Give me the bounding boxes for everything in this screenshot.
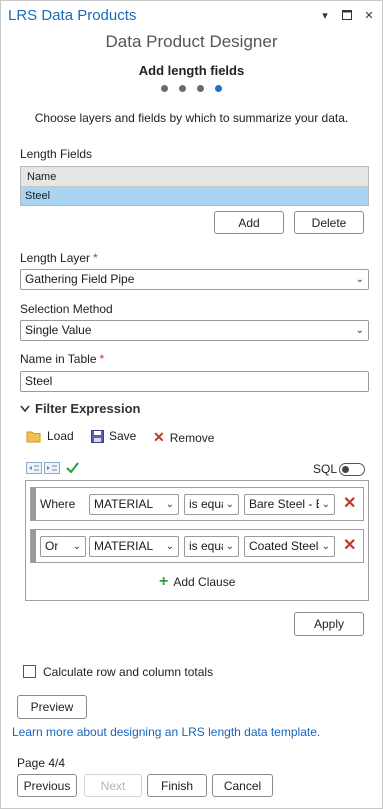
title-bar-buttons: ▾ ✕ — [319, 8, 375, 22]
clause-value-value: Coated Steel — [249, 539, 319, 553]
learn-more-link[interactable]: Learn more about designing an LRS length… — [12, 725, 320, 739]
clause-value-value: Bare Steel - Black — [249, 497, 319, 511]
calculate-totals-label: Calculate row and column totals — [43, 665, 214, 679]
page-indicator: Page 4/4 — [17, 756, 66, 770]
dropdown-menu-icon[interactable]: ▾ — [319, 8, 331, 22]
remove-clause-icon[interactable]: ✕ — [343, 538, 356, 554]
chevron-down-icon: ⌄ — [72, 541, 81, 552]
clause-field-select[interactable]: MATERIAL ⌄ — [89, 494, 179, 515]
cancel-button[interactable]: Cancel — [212, 774, 273, 797]
clause-value-select[interactable]: Coated Steel ⌄ — [244, 536, 335, 557]
chevron-down-icon: ⌄ — [225, 499, 234, 510]
sql-toggle[interactable] — [339, 463, 365, 476]
clause-gripper[interactable] — [31, 488, 36, 520]
grid-column-header[interactable]: Name — [21, 167, 368, 187]
clause-value-select[interactable]: Bare Steel - Black ⌄ — [244, 494, 335, 515]
preview-button[interactable]: Preview — [17, 695, 87, 719]
sql-label: SQL — [313, 462, 338, 476]
pane-title: LRS Data Products — [8, 7, 137, 24]
chevron-down-icon: ⌄ — [321, 499, 330, 510]
designer-title: Data Product Designer — [105, 32, 278, 51]
chevron-down-icon — [20, 405, 30, 412]
clause-row-1: Where MATERIAL ⌄ is equal to ⌄ Bare Stee… — [30, 487, 364, 521]
step-dot-1 — [161, 85, 168, 92]
selection-method-value: Single Value — [25, 323, 92, 337]
length-layer-label-text: Length Layer — [20, 251, 91, 265]
outdent-icon[interactable] — [44, 462, 60, 474]
clause-field-select[interactable]: MATERIAL ⌄ — [89, 536, 179, 557]
remove-label: Remove — [169, 430, 215, 445]
step-title: Add length fields — [138, 63, 245, 78]
validate-check-icon[interactable] — [66, 462, 79, 473]
load-label: Load — [47, 429, 74, 443]
name-in-table-label: Name in Table * — [20, 352, 104, 366]
save-button[interactable]: Save — [91, 429, 136, 443]
folder-icon — [26, 431, 41, 442]
chevron-down-icon: ⌄ — [321, 541, 330, 552]
length-layer-select[interactable]: Gathering Field Pipe ⌄ — [20, 269, 369, 290]
close-icon: ✕ — [153, 429, 165, 445]
clause-operator-value: is equal to — [189, 497, 223, 511]
chevron-down-icon: ⌄ — [355, 325, 364, 336]
clause-connector-select[interactable]: Or ⌄ — [40, 536, 86, 557]
plus-icon: + — [159, 573, 169, 590]
step-dot-3 — [197, 85, 204, 92]
clause-gripper[interactable] — [31, 530, 36, 562]
maximize-icon[interactable] — [341, 8, 353, 22]
clause-field-value: MATERIAL — [94, 497, 154, 511]
clause-field-value: MATERIAL — [94, 539, 154, 553]
chevron-down-icon: ⌄ — [165, 499, 174, 510]
chevron-down-icon: ⌄ — [165, 541, 174, 552]
add-clause-button[interactable]: + Add Clause — [159, 573, 236, 590]
save-label: Save — [109, 429, 137, 443]
apply-button[interactable]: Apply — [294, 612, 364, 636]
toggle-knob — [342, 466, 349, 473]
selection-method-select[interactable]: Single Value ⌄ — [20, 320, 369, 341]
required-asterisk: * — [99, 352, 105, 366]
step-dot-4-current — [215, 85, 222, 92]
finish-button[interactable]: Finish — [147, 774, 207, 797]
next-button[interactable]: Next — [84, 774, 142, 797]
remove-button[interactable]: ✕ Remove — [153, 429, 214, 446]
clause-connector-where: Where — [40, 497, 76, 511]
name-in-table-input[interactable]: Steel — [20, 371, 369, 392]
step-indicator — [0, 85, 383, 92]
remove-clause-icon[interactable]: ✕ — [343, 496, 356, 512]
step-dot-2 — [179, 85, 186, 92]
add-button[interactable]: Add — [214, 211, 284, 234]
add-clause-label: Add Clause — [173, 575, 236, 589]
selection-method-label: Selection Method — [20, 302, 113, 316]
filter-expression-header[interactable]: Filter Expression — [20, 401, 140, 416]
filter-clause-container: Where MATERIAL ⌄ is equal to ⌄ Bare Stee… — [25, 480, 369, 601]
filter-expression-label: Filter Expression — [35, 401, 141, 416]
clause-operator-select[interactable]: is equal to ⌄ — [184, 536, 239, 557]
indent-buttons — [26, 462, 60, 474]
load-button[interactable]: Load — [26, 429, 74, 443]
name-in-table-label-text: Name in Table — [20, 352, 97, 366]
calculate-totals-checkbox[interactable] — [23, 665, 36, 678]
save-icon — [91, 429, 104, 443]
chevron-down-icon: ⌄ — [355, 274, 364, 285]
length-layer-label: Length Layer * — [20, 251, 98, 265]
required-asterisk: * — [93, 251, 98, 265]
length-layer-value: Gathering Field Pipe — [25, 272, 135, 286]
chevron-down-icon: ⌄ — [225, 541, 234, 552]
close-icon[interactable]: ✕ — [363, 8, 375, 22]
clause-operator-select[interactable]: is equal to ⌄ — [184, 494, 239, 515]
clause-operator-value: is equal to — [189, 539, 223, 553]
length-fields-grid: Name Steel — [20, 166, 369, 206]
delete-button[interactable]: Delete — [294, 211, 364, 234]
instruction-text: Choose layers and fields by which to sum… — [34, 111, 349, 125]
clause-connector-value: Or — [45, 539, 59, 553]
grid-row-selected[interactable]: Steel — [21, 187, 368, 205]
clause-row-2: Or ⌄ MATERIAL ⌄ is equal to ⌄ Coated Ste… — [30, 529, 364, 563]
indent-icon[interactable] — [26, 462, 42, 474]
previous-button[interactable]: Previous — [17, 774, 77, 797]
length-fields-label: Length Fields — [20, 147, 93, 161]
